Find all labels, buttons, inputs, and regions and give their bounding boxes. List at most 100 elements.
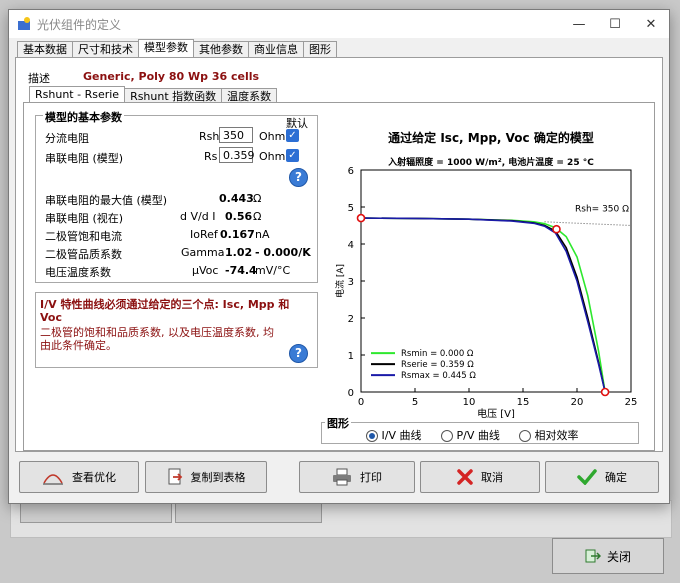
maximize-button[interactable]: ☐ [597, 10, 633, 38]
red-x-icon [457, 469, 473, 485]
voltage-temp-label: 电压温度系数 [45, 266, 111, 279]
window-title: 光伏组件的定义 [37, 17, 122, 32]
model-params-group-title: 模型的基本参数 [43, 109, 124, 125]
pv-curve-option[interactable]: P/V 曲线 [441, 427, 500, 443]
series-symbol: Rs [204, 150, 218, 163]
shunt-annotation: Rsh= 350 Ω [575, 205, 629, 215]
apparent-series-symbol: d V/d I [180, 210, 216, 223]
series-default-checkbox[interactable]: ✓ [286, 149, 299, 162]
diode-saturation-label: 二极管饱和电流 [45, 230, 122, 243]
help-icon[interactable]: ? [289, 168, 308, 187]
x-tick-label: 0 [358, 397, 364, 408]
copy-to-table-button[interactable]: 复制到表格 [145, 461, 267, 493]
title-bar: 光伏组件的定义 — ☐ ✕ [9, 10, 669, 38]
series-resistance-input[interactable]: 0.359 [219, 147, 255, 163]
print-button[interactable]: 打印 [299, 461, 415, 493]
info-box-title: I/V 特性曲线必须通过给定的三个点: Isc, Mpp 和 Voc [40, 298, 290, 324]
y-tick-label: 2 [348, 314, 354, 325]
pv-option-label: P/V 曲线 [456, 429, 500, 442]
graph-options-title: 图形 [325, 415, 351, 431]
y-tick-label: 6 [348, 166, 354, 177]
x-tick-label: 5 [412, 397, 418, 408]
iv-option-label: I/V 曲线 [381, 429, 422, 442]
y-tick-label: 3 [348, 277, 354, 288]
iv-curve-chart: 通过给定 Isc, Mpp, Voc 确定的模型入射辐照度 = 1000 W/m… [334, 130, 638, 418]
background-button [20, 503, 172, 523]
info-box-text: 二极管的饱和和品质系数, 以及电压温度系数, 均由此条件确定。 [40, 326, 274, 352]
voltage-temp-unit: mV/°C [255, 264, 291, 277]
exit-icon [585, 549, 601, 563]
copy-icon [168, 468, 182, 485]
close-button[interactable]: ✕ [633, 10, 669, 38]
green-check-icon [577, 469, 597, 485]
iv-curve-option[interactable]: I/V 曲线 [366, 427, 421, 443]
key-point-voc [600, 387, 610, 397]
background-button [175, 503, 322, 523]
relative-efficiency-option[interactable]: 相对效率 [519, 427, 579, 443]
optimization-curve-icon [43, 474, 63, 485]
shunt-resistance-input[interactable]: 350 [219, 127, 253, 143]
cancel-button[interactable]: 取消 [420, 461, 540, 493]
shunt-symbol: Rsh [199, 130, 220, 143]
apparent-series-value: 0.56 [225, 210, 253, 223]
series-resistance-label: 串联电阻 (模型) [45, 152, 124, 165]
legend-label: Rsmax = 0.445 Ω [401, 371, 476, 381]
key-point-isc [356, 213, 366, 223]
apparent-series-unit: Ω [253, 210, 262, 223]
y-tick-label: 0 [348, 388, 354, 399]
ok-button[interactable]: 确定 [545, 461, 659, 493]
diode-quality-label: 二极管品质系数 [45, 248, 122, 261]
info-help-icon[interactable]: ? [289, 344, 308, 363]
shunt-default-checkbox[interactable]: ✓ [286, 129, 299, 142]
optimize-label: 查看优化 [72, 471, 116, 484]
diode-quality-value: 1.02 [225, 246, 253, 259]
cancel-label: 取消 [481, 471, 503, 484]
diode-saturation-symbol: IoRef [190, 228, 218, 241]
diode-quality-extra: - 0.000/K [255, 246, 311, 259]
chart-title: 通过给定 Isc, Mpp, Voc 确定的模型 [388, 130, 594, 145]
minimize-button[interactable]: — [561, 10, 597, 38]
max-series-label: 串联电阻的最大值 (模型) [45, 194, 168, 207]
efficiency-radio[interactable] [519, 430, 531, 442]
background-close-button[interactable]: 关闭 [552, 538, 664, 574]
y-tick-label: 4 [348, 240, 354, 251]
tab-basic-data[interactable]: 基本数据 [17, 41, 73, 58]
voltage-temp-symbol: μVoc [192, 264, 219, 277]
y-tick-label: 1 [348, 351, 354, 362]
shunt-unit: Ohm [259, 130, 286, 143]
efficiency-option-label: 相对效率 [534, 429, 579, 442]
app-icon [18, 17, 30, 30]
view-optimization-button[interactable]: 查看优化 [19, 461, 139, 493]
max-series-value: 0.443 [219, 192, 254, 205]
copy-label: 复制到表格 [190, 471, 246, 484]
key-point-mpp [552, 224, 561, 234]
x-tick-label: 20 [571, 397, 584, 408]
print-label: 打印 [360, 471, 382, 484]
x-axis-label: 电压 [V] [477, 407, 515, 418]
y-tick-label: 5 [348, 203, 354, 214]
ok-label: 确定 [605, 471, 627, 484]
shunt-resistance-label: 分流电阻 [45, 132, 89, 145]
printer-icon [333, 468, 351, 486]
tab-size-technology[interactable]: 尺寸和技术 [72, 41, 139, 58]
series-unit: Ohm [259, 150, 286, 163]
legend-label: Rsmin = 0.000 Ω [401, 349, 474, 359]
diode-saturation-value: 0.167 [220, 228, 255, 241]
pv-radio[interactable] [441, 430, 453, 442]
tab-model-parameters[interactable]: 模型参数 [138, 39, 194, 58]
description-value: Generic, Poly 80 Wp 36 cells [83, 70, 260, 83]
y-axis-label: 电流 [A] [334, 264, 346, 298]
tab-other-parameters[interactable]: 其他参数 [193, 41, 249, 58]
description-label: 描述 [28, 72, 50, 85]
tab-commercial-info[interactable]: 商业信息 [248, 41, 304, 58]
x-tick-label: 10 [463, 397, 476, 408]
apparent-series-label: 串联电阻 (视在) [45, 212, 124, 225]
x-tick-label: 25 [625, 397, 638, 408]
tab-graphics[interactable]: 图形 [303, 41, 337, 58]
background-close-label: 关闭 [606, 549, 631, 564]
legend-label: Rserie = 0.359 Ω [401, 360, 474, 370]
pv-module-dialog: 光伏组件的定义 — ☐ ✕ 基本数据 尺寸和技术 模型参数 其他参数 商业信息 … [8, 9, 670, 504]
chart-subtitle: 入射辐照度 = 1000 W/m², 电池片温度 = 25 °C [387, 156, 594, 168]
iv-radio[interactable] [366, 430, 378, 442]
diode-saturation-unit: nA [255, 228, 270, 241]
